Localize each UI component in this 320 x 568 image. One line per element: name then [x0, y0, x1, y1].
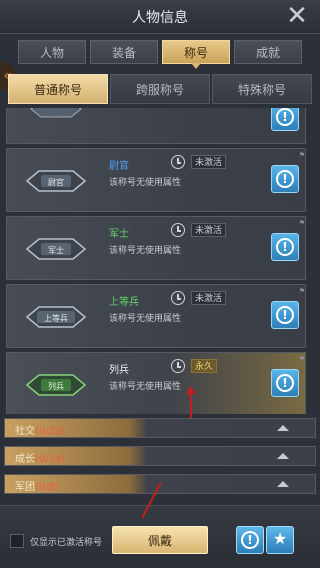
status-badge: 未激活 — [191, 291, 227, 305]
status-badge: 未激活 — [191, 223, 227, 237]
tab-achievements[interactable]: 成就 — [234, 40, 302, 64]
top-bar: 人物信息 ✕ — [0, 0, 320, 34]
info-icon: ! — [241, 531, 259, 549]
section-social[interactable]: 社交(0/23) — [4, 418, 316, 438]
info-icon[interactable]: ! — [271, 108, 299, 131]
badge-text: 尉官 — [48, 177, 64, 187]
info-icon: ! — [276, 170, 294, 188]
info-icon: ! — [276, 374, 294, 392]
equip-button[interactable]: 佩戴 — [112, 526, 208, 554]
info-button[interactable]: ! — [271, 301, 299, 329]
clock-icon — [171, 359, 185, 373]
checkbox-label: 仅显示已激活称号 — [30, 538, 103, 548]
title-card[interactable]: ⚑ 尉官 尉官 未激活 该称号无使用属性 ! — [6, 148, 306, 212]
section-label: 成长(0/14) — [15, 454, 66, 465]
title-description: 该称号无使用属性 — [109, 382, 182, 392]
title-name: 上等兵 — [109, 297, 139, 308]
subtab-special-titles[interactable]: 特殊称号 — [212, 74, 312, 104]
info-icon: ! — [276, 306, 294, 324]
title-badge-icon: 尉官 — [25, 170, 87, 192]
main-tabs: 人物 装备 称号 成就 — [18, 40, 302, 69]
title-list[interactable]: ! ⚑ 尉官 尉官 未激活 该称号无使用属性 ! ⚑ 军士 军士 未激活 该称号… — [4, 108, 316, 414]
section-growth[interactable]: 成长(0/14) — [4, 446, 316, 466]
status-badge: 未激活 — [191, 155, 227, 169]
title-subtabs: 普通称号 跨服称号 特殊称号 — [8, 74, 312, 104]
chevron-up-icon — [277, 481, 289, 487]
info-button[interactable]: ! — [271, 369, 299, 397]
info-button[interactable]: ! — [236, 526, 264, 554]
title-description: 该称号无使用属性 — [109, 178, 182, 188]
title-card[interactable]: ⚑ 军士 军士 未激活 该称号无使用属性 ! — [6, 216, 306, 280]
chevron-up-icon — [277, 453, 289, 459]
show-activated-checkbox[interactable] — [10, 534, 24, 548]
clock-icon — [171, 291, 185, 305]
subtab-cross-server-titles[interactable]: 跨服称号 — [110, 74, 210, 104]
title-card[interactable]: ⚑ 上等兵 上等兵 未激活 该称号无使用属性 ! — [6, 284, 306, 348]
tab-titles[interactable]: 称号 — [162, 40, 230, 69]
annotation-arrow-head — [186, 386, 196, 394]
info-button[interactable]: ! — [271, 165, 299, 193]
info-button[interactable]: ! — [271, 233, 299, 261]
title-badge-icon: 列兵 — [25, 374, 87, 396]
star-icon: ★ — [272, 529, 288, 548]
section-label: 军团(0/8) — [15, 482, 59, 493]
badge-text: 列兵 — [48, 381, 64, 391]
title-name: 尉官 — [109, 161, 129, 172]
card-corner-icon: ⚑ — [298, 219, 305, 227]
card-corner-icon: ⚑ — [298, 355, 305, 363]
tab-character[interactable]: 人物 — [18, 40, 86, 64]
title-badge-icon: 上等兵 — [25, 306, 87, 328]
title-description: 该称号无使用属性 — [109, 246, 182, 256]
info-icon: ! — [276, 238, 294, 256]
badge-text: 上等兵 — [44, 313, 68, 323]
title-description: 该称号无使用属性 — [109, 314, 182, 324]
title-name: 军士 — [109, 229, 129, 240]
card-corner-icon: ⚑ — [298, 151, 305, 159]
clock-icon — [171, 223, 185, 237]
clock-icon — [171, 155, 185, 169]
chevron-up-icon — [277, 425, 289, 431]
tab-equipment[interactable]: 装备 — [90, 40, 158, 64]
title-card-partial[interactable]: ! — [6, 108, 306, 144]
close-icon[interactable]: ✕ — [284, 3, 310, 29]
rank-emblem-button[interactable]: ★ — [266, 526, 294, 554]
title-card-owned[interactable]: ⚑ 列兵 列兵 永久 该称号无使用属性 ! — [6, 352, 306, 414]
badge-text: 军士 — [48, 245, 64, 255]
bottom-bar: 仅显示已激活称号 佩戴 ! ★ — [0, 505, 320, 568]
card-corner-icon: ⚑ — [298, 287, 305, 295]
section-label: 社交(0/23) — [15, 426, 66, 437]
title-name: 列兵 — [109, 365, 129, 376]
subtab-normal-titles[interactable]: 普通称号 — [8, 74, 108, 104]
window-title: 人物信息 — [132, 10, 188, 26]
title-badge-icon — [30, 108, 82, 118]
status-badge: 永久 — [191, 359, 218, 373]
title-badge-icon: 军士 — [25, 238, 87, 260]
